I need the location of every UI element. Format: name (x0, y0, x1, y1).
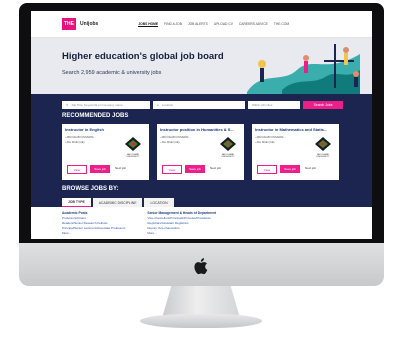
main-nav: JOBS HOME FIND A JOB JOB ALERTS UPLOAD C… (138, 22, 289, 27)
location-input[interactable]: ● Location (153, 101, 245, 109)
nav-the-com[interactable]: THE.COM (274, 22, 289, 27)
job-employer: › ABU DHABI UNIVERSI... (65, 136, 96, 139)
more-link[interactable]: More... (147, 231, 216, 236)
search-and-recommendations: ⚲ Job Title, Keywords or Company name ● … (31, 94, 372, 198)
browse-columns: Academic Posts Professors/Chairs Readers… (31, 207, 372, 236)
save-job-button[interactable]: Save job (280, 165, 300, 173)
view-button[interactable]: View (67, 165, 87, 174)
job-card: Instructor in Mathematics and Statis... … (252, 124, 339, 180)
site-header: THE Unijobs JOBS HOME FIND A JOB JOB ALE… (31, 11, 372, 38)
nav-jobs-home[interactable]: JOBS HOME (138, 22, 159, 27)
hero-title: Higher education's global job board (62, 51, 224, 62)
more-link[interactable]: More... (62, 231, 125, 236)
job-title[interactable]: Instructor position in Humanities & S... (160, 127, 242, 132)
radius-value: Within 20 miles (252, 103, 273, 107)
university-logo-icon (220, 137, 236, 151)
list-item[interactable]: Principal/Senior Lecturers/Associate Pro… (62, 226, 125, 231)
the-logo[interactable]: THE (62, 18, 76, 30)
search-icon: ⚲ (66, 103, 69, 107)
hero-subtitle: Search 2,959 academic & university jobs (62, 70, 162, 76)
nav-find-a-job[interactable]: FIND A JOB (164, 22, 182, 27)
nav-job-alerts[interactable]: JOB ALERTS (188, 22, 208, 27)
save-job-button[interactable]: Save job (185, 165, 205, 173)
job-search-bar: ⚲ Job Title, Keywords or Company name ● … (62, 101, 343, 109)
recommended-jobs-title: RECOMMENDED JOBS (62, 113, 129, 119)
browse-jobs-title: BROWSE JOBS BY: (62, 186, 119, 192)
job-location: › Abu Dhabi (AE) (65, 141, 85, 144)
monitor-bezel: THE Unijobs JOBS HOME FIND A JOB JOB ALE… (19, 3, 384, 243)
job-card: Instructor in English › ABU DHABI UNIVER… (62, 124, 149, 180)
university-name: ABU DHABI UNIVERSITY (316, 154, 330, 158)
university-name: ABU DHABI UNIVERSITY (221, 154, 235, 158)
hero-illustration (247, 44, 360, 94)
job-location: › Abu Dhabi (AE) (255, 141, 275, 144)
tab-job-type[interactable]: JOB TYPE (62, 197, 91, 207)
university-name: ABU DHABI UNIVERSITY (126, 154, 140, 158)
view-button[interactable]: View (257, 165, 277, 174)
academic-posts-column: Academic Posts Professors/Chairs Readers… (62, 211, 125, 236)
university-logo-icon (315, 137, 331, 151)
job-title[interactable]: Instructor in Mathematics and Statis... (255, 127, 337, 132)
save-job-button[interactable]: Save job (90, 165, 110, 173)
monitor-stand-base (140, 314, 262, 328)
keyword-placeholder: Job Title, Keywords or Company name (71, 103, 123, 107)
imac-monitor: THE Unijobs JOBS HOME FIND A JOB JOB ALE… (19, 3, 384, 286)
nav-careers-advice[interactable]: CAREERS ADVICE (239, 22, 268, 27)
job-location: › Abu Dhabi (AE) (160, 141, 180, 144)
job-card: Instructor position in Humanities & S...… (157, 124, 244, 180)
monitor-chin (19, 243, 384, 286)
view-button[interactable]: View (162, 165, 182, 174)
senior-management-column: Senior Management & Heads of Department … (147, 211, 216, 236)
browse-tabs: JOB TYPE ACADEMIC DISCIPLINE LOCATION (31, 197, 372, 207)
tab-academic-discipline[interactable]: ACADEMIC DISCIPLINE (92, 198, 143, 207)
radius-select[interactable]: Within 20 miles (248, 101, 300, 109)
next-job-link[interactable]: Next job (305, 166, 316, 170)
apple-logo-icon (194, 258, 208, 275)
hero-banner: Higher education's global job board Sear… (31, 38, 372, 94)
search-jobs-button[interactable]: Search Jobs (303, 101, 343, 109)
recommended-cards: Instructor in English › ABU DHABI UNIVER… (62, 124, 339, 180)
next-job-link[interactable]: Next job (210, 166, 221, 170)
next-job-link[interactable]: Next job (115, 166, 126, 170)
location-pin-icon: ● (157, 103, 159, 107)
unijobs-logo-text[interactable]: Unijobs (80, 21, 98, 27)
tab-location[interactable]: LOCATION (144, 198, 174, 207)
job-title[interactable]: Instructor in English (65, 127, 147, 132)
job-employer: › ABU DHABI UNIVERSI... (255, 136, 286, 139)
nav-upload-cv[interactable]: UPLOAD CV (214, 22, 233, 27)
keyword-input[interactable]: ⚲ Job Title, Keywords or Company name (62, 101, 150, 109)
university-logo-icon (125, 137, 141, 151)
browser-screen: THE Unijobs JOBS HOME FIND A JOB JOB ALE… (31, 11, 372, 239)
job-employer: › ABU DHABI UNIVERSI... (160, 136, 191, 139)
location-placeholder: Location (161, 103, 174, 107)
